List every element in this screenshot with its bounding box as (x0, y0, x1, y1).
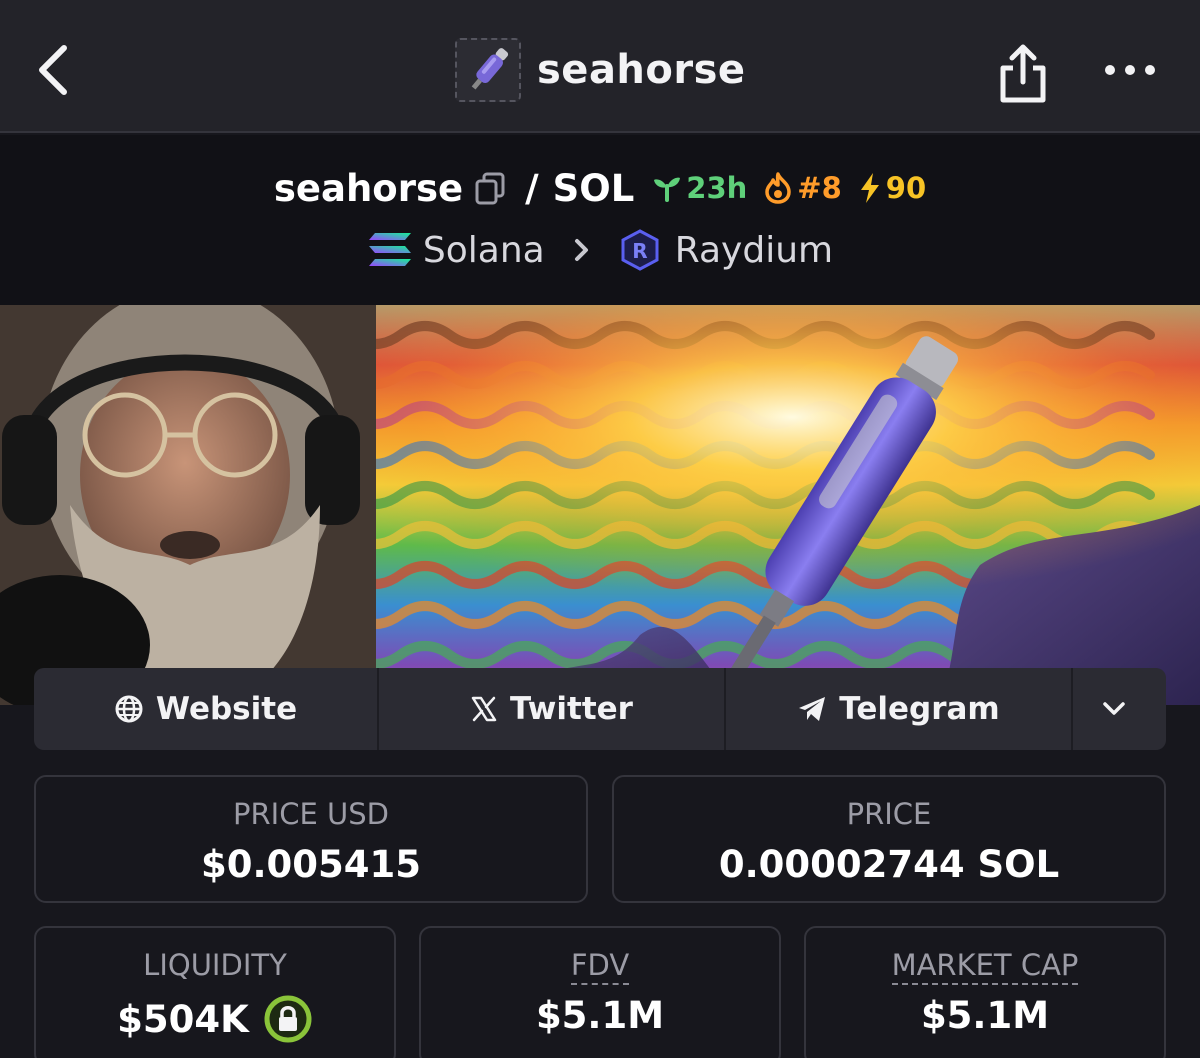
page-title: seahorse (537, 47, 746, 93)
more-horizontal-icon (1105, 65, 1155, 75)
svg-text:R: R (632, 239, 647, 263)
chevron-left-icon (39, 45, 67, 95)
globe-icon (115, 695, 143, 723)
sprout-icon (654, 177, 681, 202)
price-usd-label: PRICE USD (233, 797, 389, 831)
boost-badge: 90 (858, 171, 926, 205)
flame-icon (765, 172, 792, 204)
vaporizer-pen-icon (457, 40, 519, 100)
trending-rank-badge: #8 (763, 171, 842, 205)
pair-header: seahorse / SOL 23h #8 90 Solana R Raydiu… (0, 135, 1200, 305)
share-button[interactable] (995, 42, 1051, 104)
pair-separator: / (525, 166, 539, 210)
boost-value: 90 (885, 171, 927, 205)
website-link[interactable]: Website (34, 668, 379, 750)
copy-address-button[interactable] (473, 171, 507, 205)
price-usd-value: $0.005415 (200, 843, 421, 886)
token-logo (455, 38, 521, 102)
twitter-link[interactable]: Twitter (379, 668, 726, 750)
chain-dex-breadcrumb: Solana R Raydium (0, 227, 1200, 273)
liquidity-card: LIQUIDITY $504K (34, 926, 396, 1058)
telegram-label: Telegram (839, 691, 1000, 727)
more-links-dropdown[interactable] (1073, 668, 1166, 750)
liquidity-row: $504K (36, 994, 394, 1044)
more-options-button[interactable] (1102, 56, 1158, 86)
price-native-card: PRICE 0.00002744 SOL (612, 775, 1166, 903)
solana-logo-icon (367, 231, 413, 269)
fdv-value: $5.1M (535, 994, 665, 1037)
copy-icon (475, 172, 505, 205)
liquidity-label: LIQUIDITY (143, 948, 287, 982)
base-token-symbol: seahorse (273, 166, 464, 210)
market-cap-label-wrap: MARKET CAP (806, 948, 1164, 985)
price-usd-card: PRICE USD $0.005415 (34, 775, 588, 903)
top-nav-bar: seahorse (0, 0, 1200, 133)
raydium-logo-icon: R (619, 229, 661, 271)
lightning-icon (860, 173, 879, 203)
quote-token-symbol: SOL (552, 166, 635, 210)
dex-name[interactable]: Raydium (675, 230, 833, 271)
pair-age-badge: 23h (652, 171, 747, 205)
liquidity-locked-icon[interactable] (263, 994, 313, 1044)
trending-rank-value: #8 (797, 171, 842, 205)
social-links-bar: Website Twitter Telegram (34, 668, 1166, 750)
market-cap-label[interactable]: MARKET CAP (891, 948, 1079, 985)
price-native-value: 0.00002744 SOL (718, 843, 1060, 886)
pair-title-row: seahorse / SOL 23h #8 90 (0, 163, 1200, 213)
market-cap-value: $5.1M (920, 994, 1050, 1037)
nav-title-group: seahorse (455, 38, 746, 102)
chevron-down-icon (1102, 702, 1125, 715)
fdv-label[interactable]: FDV (570, 948, 630, 985)
price-native-label: PRICE (846, 797, 932, 831)
share-icon (1000, 44, 1046, 103)
fdv-label-wrap: FDV (421, 948, 779, 985)
pair-age-value: 23h (686, 171, 748, 205)
back-button[interactable] (30, 38, 80, 102)
telegram-link[interactable]: Telegram (726, 668, 1073, 750)
telegram-icon (799, 697, 826, 721)
chain-name[interactable]: Solana (423, 230, 545, 271)
x-logo-icon (471, 696, 497, 722)
token-banner-image (0, 305, 1200, 705)
website-label: Website (155, 691, 298, 727)
twitter-label: Twitter (510, 691, 633, 727)
chevron-right-icon (571, 235, 593, 265)
market-cap-card: MARKET CAP $5.1M (804, 926, 1166, 1058)
liquidity-value: $504K (117, 997, 249, 1041)
fdv-card: FDV $5.1M (419, 926, 781, 1058)
